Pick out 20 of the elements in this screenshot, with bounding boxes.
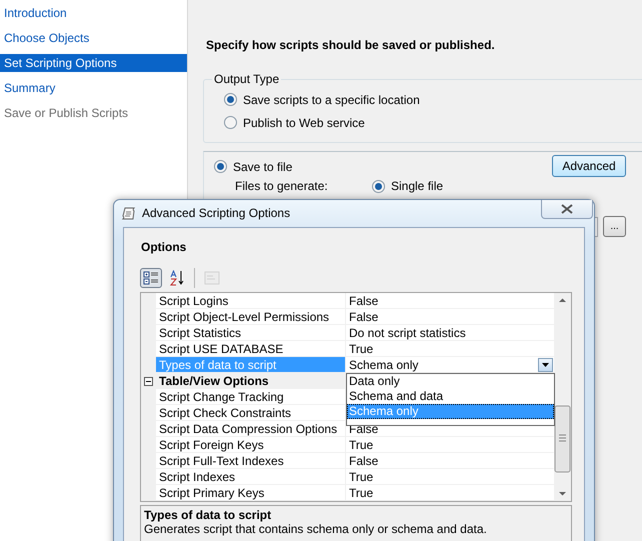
property-value: True	[349, 436, 374, 452]
radio-label: Single file	[391, 179, 444, 193]
property-value: Do not script statistics	[349, 324, 467, 340]
property-value: True	[349, 340, 374, 356]
dialog-title: Advanced Scripting Options	[142, 206, 290, 220]
group-title: Output Type	[213, 72, 280, 86]
property-value: False	[349, 308, 380, 324]
property-value: True	[349, 484, 374, 500]
radio-label: Save scripts to a specific location	[243, 92, 420, 106]
property-value: False	[349, 293, 380, 308]
section-title: Options	[141, 240, 188, 254]
page-heading: Specify how scripts should be saved or published.	[206, 38, 496, 52]
property-value: Schema only	[349, 356, 420, 372]
description-title: Types of data to script	[144, 508, 272, 522]
property-value: True	[349, 468, 374, 484]
property-value: False	[349, 452, 380, 468]
radio-label: Publish to Web service	[243, 116, 365, 130]
files-label: Files to generate:	[235, 179, 329, 193]
description-text: Generates script that contains schema only or schema and data.	[144, 522, 488, 536]
radio-label: Save to file	[233, 160, 292, 174]
